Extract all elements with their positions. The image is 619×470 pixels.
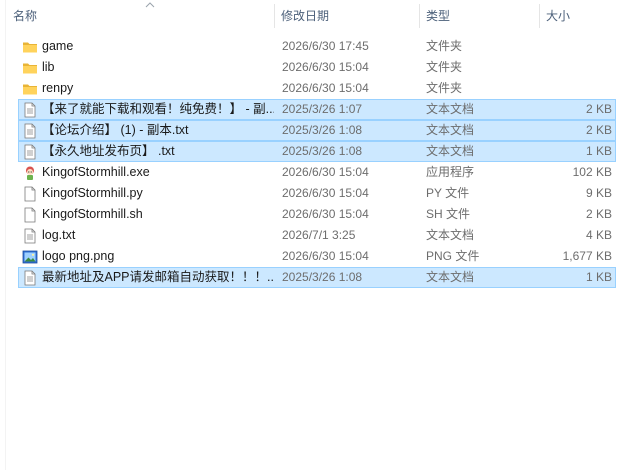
file-type: 文本文档 [426,228,475,242]
file-modified-date: 2025/3/26 1:08 [282,123,363,137]
file-row[interactable]: log.txt 2026/7/1 3:25 文本文档 4 KB [18,225,616,246]
folder-icon [22,60,38,76]
file-name: 【论坛介绍】 (1) - 副本.txt [42,123,189,137]
file-size: 9 KB [585,186,612,200]
file-modified-date: 2025/3/26 1:08 [282,270,363,284]
blank-file-icon [22,186,38,202]
column-header-type[interactable]: 类型 [419,0,539,32]
file-size: 1,677 KB [562,249,612,263]
file-type: 文件夹 [426,60,463,74]
text-document-icon [22,102,38,118]
image-file-icon [22,249,38,265]
file-modified-date: 2026/6/30 15:04 [282,249,369,263]
file-size: 4 KB [585,228,612,242]
file-type: 文件夹 [426,39,463,53]
file-modified-date: 2026/6/30 15:04 [282,60,369,74]
file-list: game 2026/6/30 17:45 文件夹 lib 2026/6/30 1… [18,36,616,288]
file-name: renpy [42,81,74,95]
file-name: KingofStormhill.py [42,186,143,200]
column-header-row: 名称 修改日期 类型 大小 [6,0,619,32]
file-type: 文本文档 [426,123,475,137]
file-name: lib [42,60,55,74]
file-modified-date: 2026/6/30 17:45 [282,39,369,53]
file-name: KingofStormhill.exe [42,165,150,179]
navigation-pane-edge [0,0,6,470]
file-row[interactable]: KingofStormhill.exe 2026/6/30 15:04 应用程序… [18,162,616,183]
file-type: SH 文件 [426,207,471,221]
file-name: game [42,39,74,53]
file-explorer-window: 名称 修改日期 类型 大小 game 2026/6/30 17:45 文件夹 l… [0,0,619,470]
file-row[interactable]: 【论坛介绍】 (1) - 副本.txt 2025/3/26 1:08 文本文档 … [18,120,616,141]
renpy-app-icon [22,165,38,181]
file-size: 102 KB [572,165,612,179]
file-name: logo png.png [42,249,115,263]
file-modified-date: 2026/6/30 15:04 [282,81,369,95]
file-name: 【来了就能下载和观看！纯免费！】 - 副... [42,102,274,116]
column-header-size[interactable]: 大小 [539,0,619,32]
text-document-icon [22,144,38,160]
folder-icon [22,39,38,55]
file-modified-date: 2026/6/30 15:04 [282,207,369,221]
column-header-modified[interactable]: 修改日期 [274,0,419,32]
folder-icon [22,81,38,97]
file-size: 2 KB [585,123,612,137]
file-size: 1 KB [585,270,612,284]
file-row[interactable]: game 2026/6/30 17:45 文件夹 [18,36,616,57]
file-row[interactable]: 【来了就能下载和观看！纯免费！】 - 副... 2025/3/26 1:07 文… [18,99,616,120]
text-document-icon [22,228,38,244]
file-row[interactable]: KingofStormhill.sh 2026/6/30 15:04 SH 文件… [18,204,616,225]
file-row[interactable]: lib 2026/6/30 15:04 文件夹 [18,57,616,78]
file-row[interactable]: 【永久地址发布页】 .txt 2025/3/26 1:08 文本文档 1 KB [18,141,616,162]
file-type: 文本文档 [426,270,475,284]
file-type: 应用程序 [426,165,475,179]
file-row[interactable]: 最新地址及APP请发邮箱自动获取！！！... 2025/3/26 1:08 文本… [18,267,616,288]
file-name: 【永久地址发布页】 .txt [42,144,175,158]
file-modified-date: 2025/3/26 1:07 [282,102,363,116]
text-document-icon [22,123,38,139]
file-modified-date: 2026/6/30 15:04 [282,186,369,200]
file-type: 文本文档 [426,102,475,116]
file-name: log.txt [42,228,76,242]
text-document-icon [22,270,38,286]
file-name: KingofStormhill.sh [42,207,143,221]
file-modified-date: 2025/3/26 1:08 [282,144,363,158]
file-type: 文本文档 [426,144,475,158]
file-size: 2 KB [585,102,612,116]
file-modified-date: 2026/6/30 15:04 [282,165,369,179]
file-row[interactable]: renpy 2026/6/30 15:04 文件夹 [18,78,616,99]
file-modified-date: 2026/7/1 3:25 [282,228,356,242]
blank-file-icon [22,207,38,223]
file-size: 1 KB [585,144,612,158]
file-type: PNG 文件 [426,249,480,263]
column-header-name[interactable]: 名称 [6,0,274,32]
file-type: 文件夹 [426,81,463,95]
file-size: 2 KB [585,207,612,221]
file-row[interactable]: KingofStormhill.py 2026/6/30 15:04 PY 文件… [18,183,616,204]
file-name: 最新地址及APP请发邮箱自动获取！！！... [42,270,274,284]
file-type: PY 文件 [426,186,470,200]
file-row[interactable]: logo png.png 2026/6/30 15:04 PNG 文件 1,67… [18,246,616,267]
